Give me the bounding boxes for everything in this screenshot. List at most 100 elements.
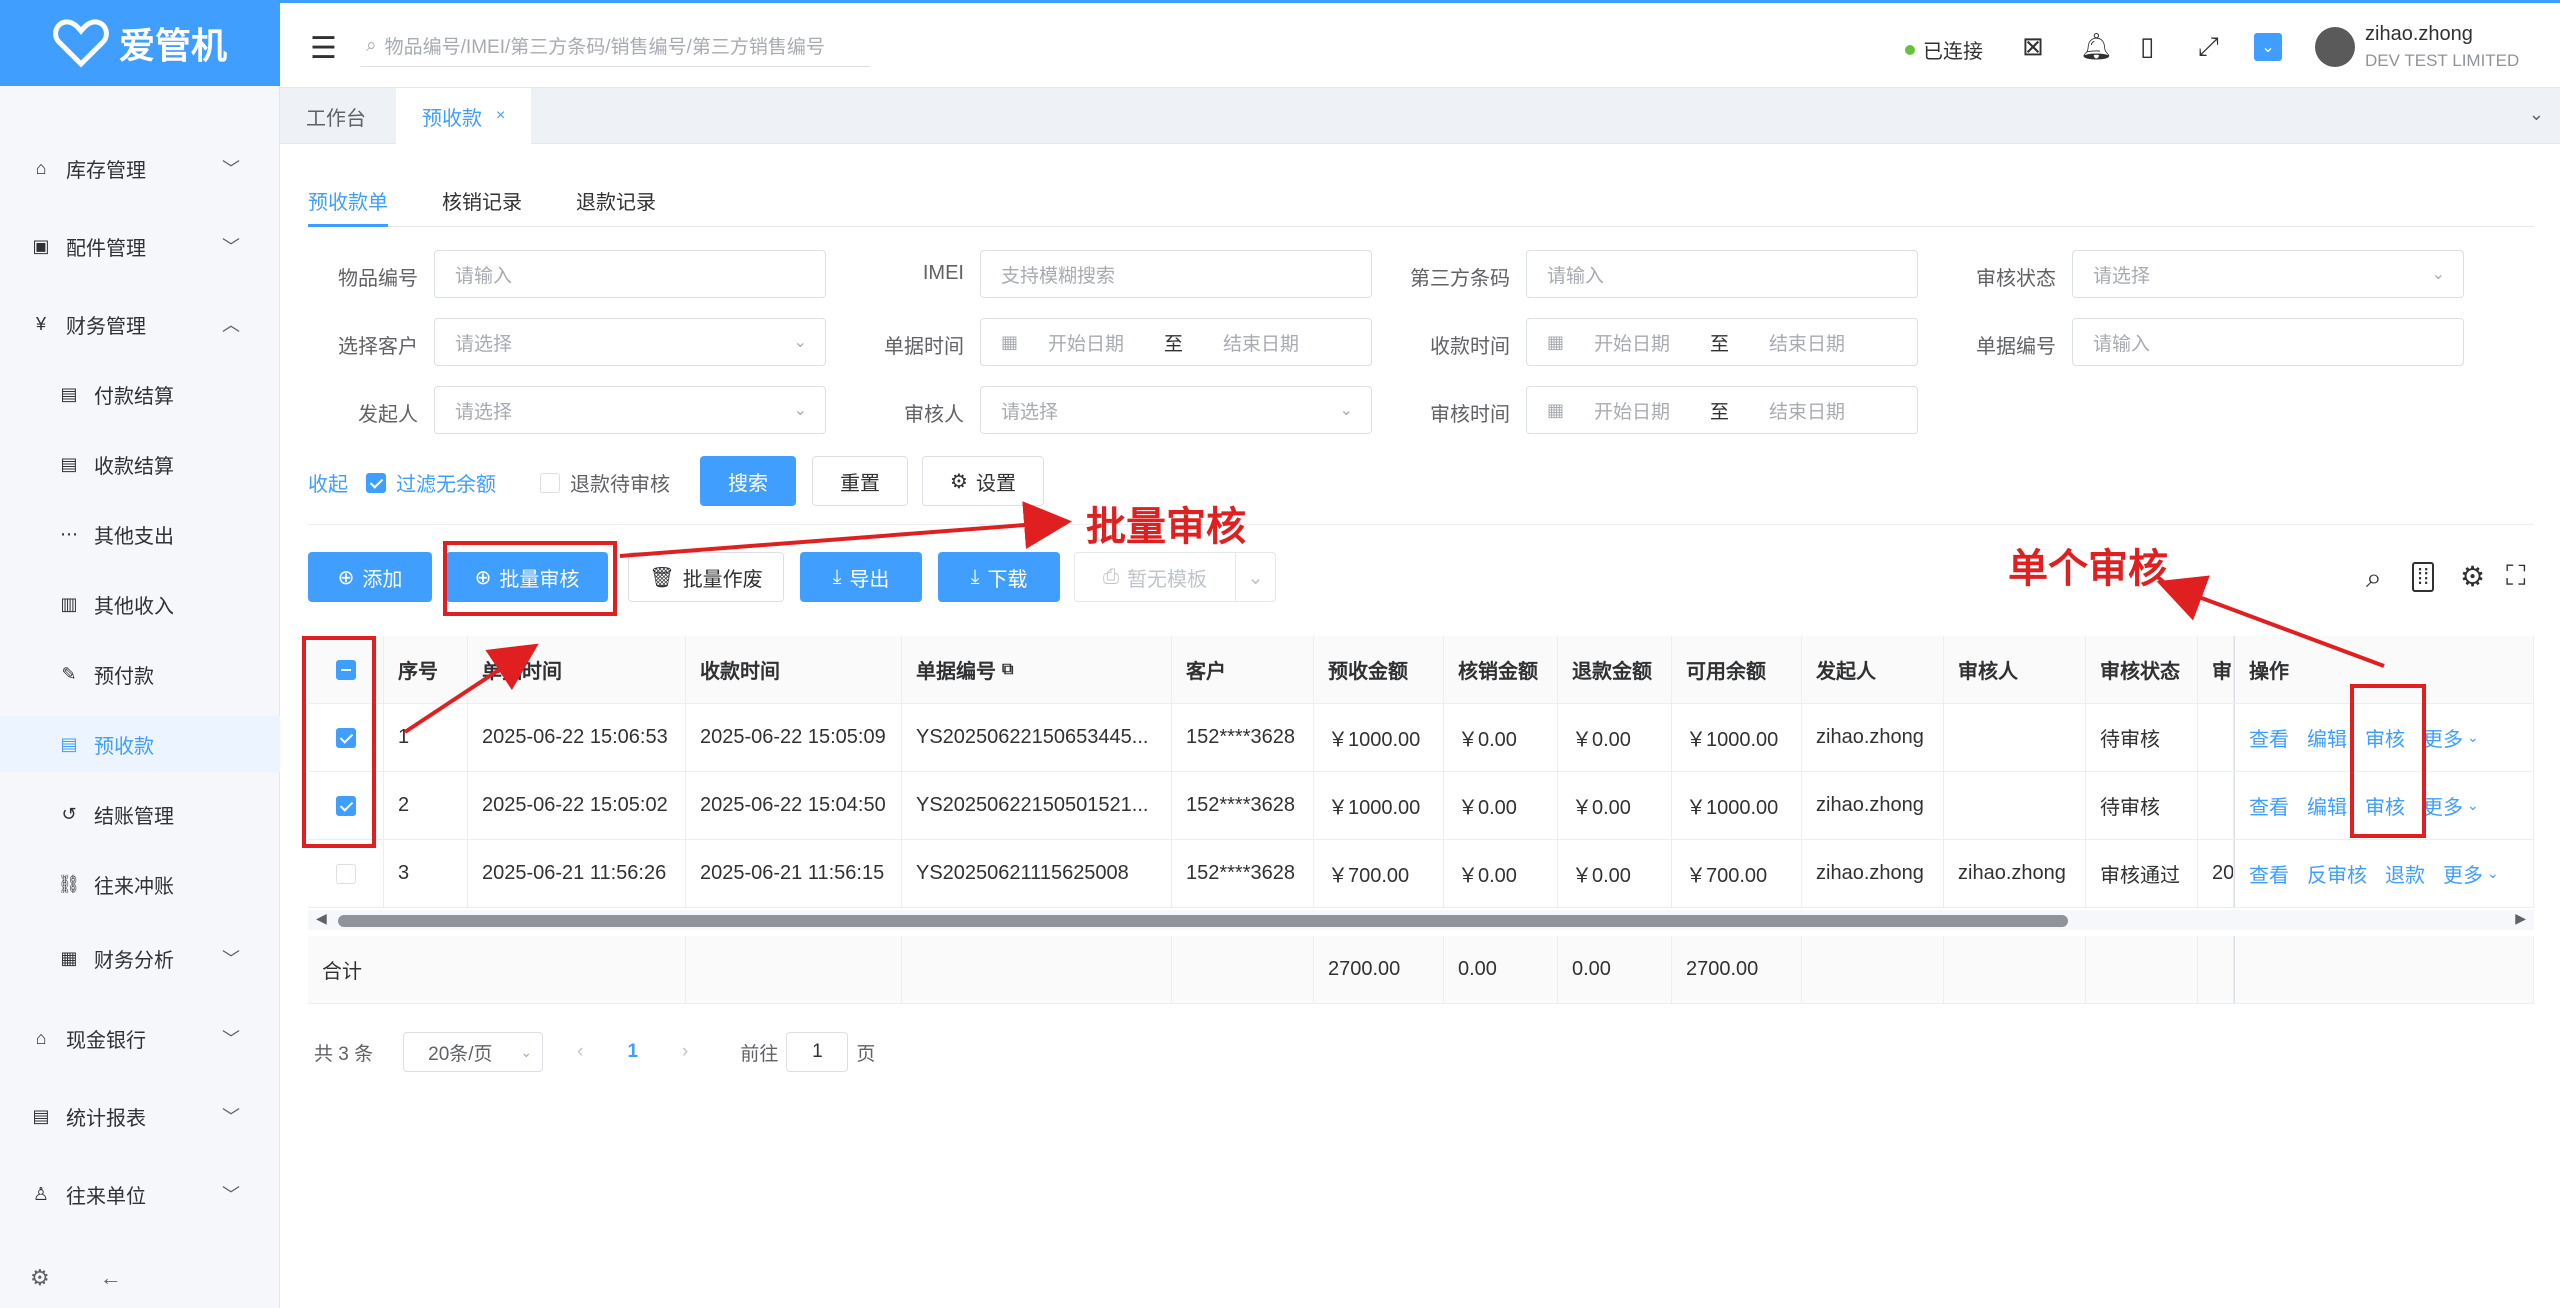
table-row[interactable]: 3 2025-06-21 11:56:26 2025-06-21 11:56:15 Y…: [308, 840, 2534, 908]
col-header[interactable]: 发起人: [1802, 636, 1944, 703]
subtab-prepayment[interactable]: 预收款单: [308, 186, 388, 215]
imei-input[interactable]: 支持模糊搜索: [980, 250, 1372, 298]
sidebar-item[interactable]: ▤ 预收款: [0, 716, 280, 772]
sidebar-item[interactable]: ✎ 预付款: [0, 646, 280, 702]
sidebar-item[interactable]: ▤ 收款结算: [0, 436, 280, 492]
customer-select[interactable]: 请选择 ⌄: [434, 318, 826, 366]
chevron-up-icon: ︿: [222, 315, 240, 335]
col-header[interactable]: 可用余额: [1672, 636, 1802, 703]
fullscreen-icon[interactable]: ⤢: [2198, 31, 2219, 63]
row-action-link[interactable]: 查看: [2249, 723, 2289, 752]
row-action-link[interactable]: 编辑: [2307, 723, 2347, 752]
tab-workbench[interactable]: 工作台: [280, 88, 392, 144]
menu-toggle-icon[interactable]: ☰: [310, 31, 337, 66]
settings-button[interactable]: ⚙ 设置: [922, 456, 1044, 506]
row-action-link[interactable]: 更多: [2423, 723, 2463, 752]
user-name[interactable]: zihao.zhong: [2365, 23, 2473, 46]
col-header-bill-no[interactable]: 单据编号 ⧉: [902, 636, 1172, 703]
col-header[interactable]: 审核人: [1944, 636, 2086, 703]
page-number-current[interactable]: 1: [627, 1041, 638, 1063]
bill-time-range[interactable]: ▦ 开始日期至结束日期: [980, 318, 1372, 366]
pagination: 共 3 条 20条/页 ⌄ ‹ 1 › 前往 1 页: [314, 1030, 875, 1074]
export-button[interactable]: ⤓ 导出: [800, 552, 922, 602]
col-header[interactable]: 客户: [1172, 636, 1314, 703]
col-header[interactable]: 核销金额: [1444, 636, 1558, 703]
sidebar-item[interactable]: ▤ 统计报表 ﹀: [0, 1088, 280, 1144]
cell-initiator: zihao.zhong: [1802, 840, 1944, 907]
table-row[interactable]: 1 2025-06-22 15:06:53 2025-06-22 15:05:09 Y…: [308, 704, 2534, 772]
row-action-link[interactable]: 查看: [2249, 859, 2289, 888]
sidebar-item[interactable]: ↺ 结账管理: [0, 786, 280, 842]
collapse-arrow-icon[interactable]: ←: [100, 1265, 122, 1291]
reset-button[interactable]: 重置: [812, 456, 908, 506]
row-action-link[interactable]: 更多: [2443, 859, 2483, 888]
bill-no-input[interactable]: 请输入: [2072, 318, 2464, 366]
item-no-input[interactable]: 请输入: [434, 250, 826, 298]
gear-icon[interactable]: ⚙: [2460, 560, 2485, 593]
search-icon[interactable]: ⌕: [2366, 562, 2382, 595]
sidebar-item[interactable]: ⛓ 往来冲账: [0, 856, 280, 912]
global-search-input[interactable]: ⌕ 物品编号/IMEI/第三方条码/销售编号/第三方销售编号: [360, 25, 870, 67]
search-button[interactable]: 搜索: [700, 456, 796, 506]
next-page-icon[interactable]: ›: [682, 1041, 688, 1063]
row-action-link[interactable]: 更多: [2423, 791, 2463, 820]
table-row[interactable]: 2 2025-06-22 15:05:02 2025-06-22 15:04:50 Y…: [308, 772, 2534, 840]
initiator-select[interactable]: 请选择 ⌄: [434, 386, 826, 434]
col-header[interactable]: 收款时间: [686, 636, 902, 703]
receive-time-range[interactable]: ▦ 开始日期至结束日期: [1526, 318, 1918, 366]
batch-void-button[interactable]: 🗑︎ 批量作废: [628, 552, 784, 602]
audit-time-range[interactable]: ▦ 开始日期至结束日期: [1526, 386, 1918, 434]
close-icon[interactable]: ×: [496, 107, 505, 125]
audit-status-select[interactable]: 请选择 ⌄: [2072, 250, 2464, 298]
row-action-link[interactable]: 反审核: [2307, 859, 2367, 888]
page-jump-input[interactable]: 1: [786, 1032, 849, 1072]
bell-icon[interactable]: 🔔︎: [2080, 31, 2113, 62]
col-header[interactable]: 序号: [384, 636, 468, 703]
auditor-select[interactable]: 请选择 ⌄: [980, 386, 1372, 434]
col-header[interactable]: 预收金额: [1314, 636, 1444, 703]
row-action-link[interactable]: 查看: [2249, 791, 2289, 820]
sidebar-item[interactable]: ⋯ 其他支出: [0, 506, 280, 562]
sidebar-item[interactable]: ⌂ 库存管理 ﹀: [0, 140, 280, 196]
third-code-input[interactable]: 请输入: [1526, 250, 1918, 298]
sidebar-item[interactable]: ▥ 其他收入: [0, 576, 280, 632]
settings-icon[interactable]: ⚙: [30, 1265, 50, 1291]
chevron-down-icon[interactable]: ⌄: [2529, 104, 2544, 125]
col-header[interactable]: 退款金额: [1558, 636, 1672, 703]
subtab-writeoff[interactable]: 核销记录: [442, 186, 522, 215]
download-button[interactable]: ⤓ 下载: [938, 552, 1060, 602]
chevron-down-icon: ⌄: [1339, 402, 1353, 419]
add-button[interactable]: ⊕ 添加: [308, 552, 432, 602]
filter-no-balance-checkbox[interactable]: 过滤无余额: [366, 468, 496, 497]
prev-page-icon[interactable]: ‹: [577, 1041, 583, 1063]
density-icon[interactable]: ⁞⁞: [2412, 562, 2435, 592]
page-size-select[interactable]: 20条/页 ⌄: [403, 1032, 544, 1072]
dropdown-square-icon[interactable]: ⌄: [2254, 33, 2282, 61]
connection-status: 已连接: [1905, 35, 1983, 64]
col-header[interactable]: 单据时间: [468, 636, 686, 703]
horizontal-scrollbar[interactable]: ◀ ▶: [308, 910, 2534, 930]
sidebar-item[interactable]: ♙ 往来单位 ﹀: [0, 1166, 280, 1222]
sidebar-item[interactable]: ¥ 财务管理 ︿: [0, 296, 280, 352]
scroll-thumb[interactable]: [338, 915, 2068, 927]
sidebar-item[interactable]: ▣ 配件管理 ﹀: [0, 218, 280, 274]
item-no-label: 物品编号: [338, 268, 418, 290]
shortcut-icon[interactable]: ⊠: [2022, 31, 2044, 62]
app-logo[interactable]: 爱管机: [0, 0, 280, 86]
notebook-icon[interactable]: ▯: [2140, 31, 2154, 62]
sidebar-item[interactable]: ⌂ 现金银行 ﹀: [0, 1010, 280, 1066]
row-action-link[interactable]: 退款: [2385, 859, 2425, 888]
subtab-refund[interactable]: 退款记录: [576, 186, 656, 215]
row-checkbox[interactable]: [308, 840, 384, 907]
col-header[interactable]: 审核状态: [2086, 636, 2198, 703]
collapse-link[interactable]: 收起: [308, 468, 348, 497]
col-header[interactable]: 审: [2198, 636, 2234, 703]
row-action-link[interactable]: 编辑: [2307, 791, 2347, 820]
refund-pending-checkbox[interactable]: 退款待审核: [540, 468, 670, 497]
sidebar-item[interactable]: ▤ 付款结算: [0, 366, 280, 422]
template-button[interactable]: ⎙ 暂无模板 ⌄: [1074, 552, 1276, 602]
fullscreen-icon[interactable]: ⛶: [2506, 560, 2526, 593]
avatar[interactable]: [2315, 27, 2355, 67]
sidebar-item[interactable]: ▦ 财务分析 ﹀: [0, 930, 280, 986]
tab-prepayment[interactable]: 预收款 ×: [396, 88, 532, 144]
